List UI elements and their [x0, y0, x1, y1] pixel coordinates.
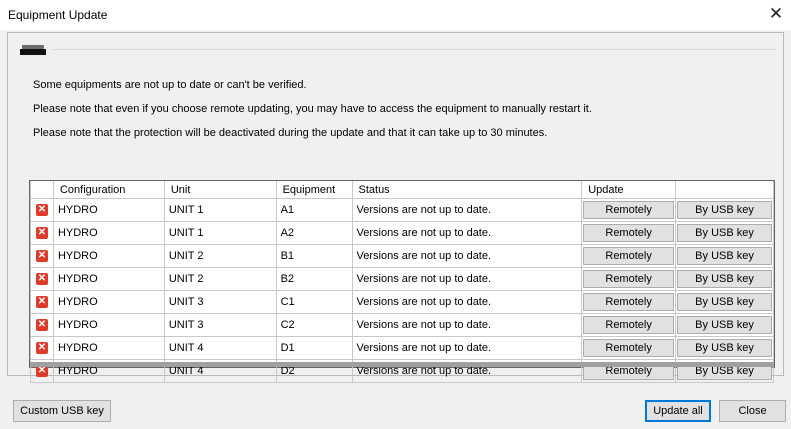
status-icon-cell: ✕ — [30, 290, 54, 314]
error-icon: ✕ — [35, 342, 48, 355]
cell-equipment: C2 — [275, 313, 353, 337]
custom-usb-key-button[interactable]: Custom USB key — [13, 400, 111, 422]
cell-unit: UNIT 1 — [163, 221, 277, 245]
cell-status: Versions are not up to date. — [351, 198, 583, 222]
cell-usb: By USB key — [675, 290, 774, 314]
cell-unit: UNIT 2 — [163, 267, 277, 291]
update-remotely-button[interactable]: Remotely — [583, 293, 675, 311]
cell-configuration: HYDRO — [52, 198, 165, 222]
cell-equipment: B1 — [275, 244, 353, 268]
update-remotely-button[interactable]: Remotely — [583, 247, 675, 265]
error-icon: ✕ — [35, 273, 48, 286]
status-icon-cell: ✕ — [30, 336, 54, 360]
header-update[interactable]: Update — [581, 181, 677, 199]
cell-equipment: A1 — [275, 198, 353, 222]
update-by-usb-button[interactable]: By USB key — [677, 270, 772, 288]
cell-unit: UNIT 3 — [163, 313, 277, 337]
cell-unit: UNIT 4 — [163, 336, 277, 360]
cell-remote: Remotely — [581, 267, 677, 291]
cell-configuration: HYDRO — [52, 336, 165, 360]
header-unit[interactable]: Unit — [163, 181, 277, 199]
cell-remote: Remotely — [581, 198, 677, 222]
header-configuration[interactable]: Configuration — [52, 181, 165, 199]
table-row[interactable]: ✕ HYDRO UNIT 3 C2 Versions are not up to dat… — [30, 313, 774, 337]
update-remotely-button[interactable]: Remotely — [583, 270, 675, 288]
status-icon-cell: ✕ — [30, 221, 54, 245]
error-icon: ✕ — [35, 204, 48, 217]
update-remotely-button[interactable]: Remotely — [583, 201, 675, 219]
cell-configuration: HYDRO — [52, 267, 165, 291]
cell-unit: UNIT 3 — [163, 290, 277, 314]
error-icon: ✕ — [35, 227, 48, 240]
header-icon — [30, 181, 54, 199]
cell-status: Versions are not up to date. — [351, 244, 583, 268]
cell-equipment: C1 — [275, 290, 353, 314]
cell-unit: UNIT 1 — [163, 198, 277, 222]
cell-usb: By USB key — [675, 221, 774, 245]
cell-configuration: HYDRO — [52, 290, 165, 314]
cell-status: Versions are not up to date. — [351, 267, 583, 291]
divider — [52, 49, 776, 50]
cell-status: Versions are not up to date. — [351, 336, 583, 360]
header-status[interactable]: Status — [351, 181, 583, 199]
message-line-1: Some equipments are not up to date or ca… — [33, 79, 307, 91]
cell-remote: Remotely — [581, 221, 677, 245]
window-title: Equipment Update — [8, 8, 108, 22]
status-icon-cell: ✕ — [30, 198, 54, 222]
cell-equipment: B2 — [275, 267, 353, 291]
status-icon-cell: ✕ — [30, 267, 54, 291]
cell-equipment: A2 — [275, 221, 353, 245]
header-update-usb[interactable] — [675, 181, 774, 199]
cell-remote: Remotely — [581, 290, 677, 314]
cell-remote: Remotely — [581, 313, 677, 337]
error-icon: ✕ — [35, 296, 48, 309]
update-by-usb-button[interactable]: By USB key — [677, 316, 772, 334]
title-bar: Equipment Update ✕ — [0, 0, 791, 30]
update-remotely-button[interactable]: Remotely — [583, 339, 675, 357]
message-line-3: Please note that the protection will be … — [33, 127, 548, 139]
table-row[interactable]: ✕ HYDRO UNIT 3 C1 Versions are not up to dat… — [30, 290, 774, 314]
equipment-device-icon — [20, 45, 46, 57]
cell-usb: By USB key — [675, 336, 774, 360]
cell-unit: UNIT 2 — [163, 244, 277, 268]
cell-configuration: HYDRO — [52, 313, 165, 337]
update-by-usb-button[interactable]: By USB key — [677, 224, 772, 242]
update-by-usb-button[interactable]: By USB key — [677, 339, 772, 357]
cell-remote: Remotely — [581, 244, 677, 268]
table-row[interactable]: ✕ HYDRO UNIT 2 B2 Versions are not up to dat… — [30, 267, 774, 291]
cell-usb: By USB key — [675, 313, 774, 337]
error-icon: ✕ — [35, 250, 48, 263]
cell-configuration: HYDRO — [52, 244, 165, 268]
cell-status: Versions are not up to date. — [351, 313, 583, 337]
update-by-usb-button[interactable]: By USB key — [677, 247, 772, 265]
table-row[interactable]: ✕ HYDRO UNIT 4 D1 Versions are not up to dat… — [30, 336, 774, 360]
cell-usb: By USB key — [675, 267, 774, 291]
update-by-usb-button[interactable]: By USB key — [677, 293, 772, 311]
close-icon[interactable]: ✕ — [761, 0, 791, 30]
table-row[interactable]: ✕ HYDRO UNIT 2 B1 Versions are not up to dat… — [30, 244, 774, 268]
update-by-usb-button[interactable]: By USB key — [677, 201, 772, 219]
table-row[interactable]: ✕ HYDRO UNIT 1 A2 Versions are not up to dat… — [30, 221, 774, 245]
update-all-button[interactable]: Update all — [645, 400, 711, 422]
equipment-grid[interactable]: Configuration Unit Equipment Status Upda… — [29, 180, 775, 383]
cell-equipment: D1 — [275, 336, 353, 360]
cell-usb: By USB key — [675, 244, 774, 268]
cell-usb: By USB key — [675, 198, 774, 222]
close-button[interactable]: Close — [719, 400, 786, 422]
cell-remote: Remotely — [581, 336, 677, 360]
cell-status: Versions are not up to date. — [351, 221, 583, 245]
cell-status: Versions are not up to date. — [351, 290, 583, 314]
status-icon-cell: ✕ — [30, 313, 54, 337]
status-icon-cell: ✕ — [30, 244, 54, 268]
error-icon: ✕ — [35, 319, 48, 332]
grid-empty-area — [30, 362, 774, 367]
header-equipment[interactable]: Equipment — [275, 181, 353, 199]
table-row[interactable]: ✕ HYDRO UNIT 1 A1 Versions are not up to dat… — [30, 198, 774, 222]
equipment-table: Configuration Unit Equipment Status Upda… — [30, 181, 774, 383]
update-remotely-button[interactable]: Remotely — [583, 316, 675, 334]
message-line-2: Please note that even if you choose remo… — [33, 103, 592, 115]
table-header-row: Configuration Unit Equipment Status Upda… — [30, 181, 774, 199]
update-remotely-button[interactable]: Remotely — [583, 224, 675, 242]
cell-configuration: HYDRO — [52, 221, 165, 245]
